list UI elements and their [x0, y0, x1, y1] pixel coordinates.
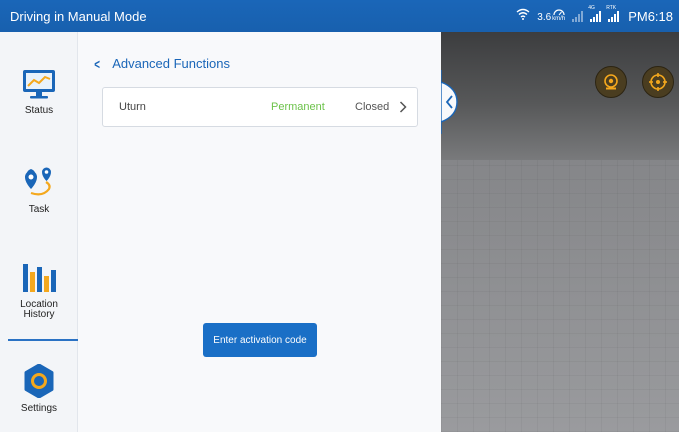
function-state: Closed: [355, 101, 390, 113]
4g-tag: 4G: [588, 5, 595, 11]
ground-grid: [441, 160, 679, 432]
sidebar: Status Task Location History Settings: [0, 32, 78, 432]
main-panel: < Advanced Functions Uturn Permanent Clo…: [78, 32, 441, 432]
status-indicators: 3.6 km/h 4G RTK PM6:18: [516, 0, 673, 32]
page-title: Advanced Functions: [112, 56, 230, 71]
bar-chart-icon: [23, 264, 56, 292]
sidebar-item-task[interactable]: Task: [0, 165, 78, 215]
camera-button[interactable]: [595, 66, 627, 98]
speed-value: 3.6: [537, 12, 552, 23]
route-pin-icon: [25, 167, 51, 196]
sidebar-item-label: Settings: [20, 403, 58, 414]
sidebar-item-label: Status: [24, 105, 54, 116]
sidebar-item-location-history[interactable]: Location History: [0, 260, 78, 320]
clock: PM6:18: [628, 8, 673, 24]
function-name: Uturn: [119, 101, 146, 113]
4g-signal-icon: 4G: [588, 5, 602, 22]
signal-icon: [572, 10, 584, 22]
sidebar-item-settings[interactable]: Settings: [0, 364, 78, 414]
sidebar-item-label: Location History: [20, 299, 58, 320]
target-button[interactable]: [642, 66, 674, 98]
rtk-tag: RTK: [606, 5, 617, 11]
function-row-uturn[interactable]: Uturn Permanent Closed: [102, 87, 418, 127]
wifi-icon: [516, 7, 530, 25]
chevron-left-icon[interactable]: <: [94, 57, 100, 71]
collapse-panel-tab[interactable]: [441, 70, 459, 134]
sidebar-item-label: Task: [28, 204, 50, 215]
enter-activation-code-button[interactable]: Enter activation code: [203, 323, 317, 357]
monitor-chart-icon: [23, 70, 55, 99]
status-bar: Driving in Manual Mode 3.6 km/h 4G RTK P…: [0, 0, 679, 32]
speed-readout: 3.6 km/h: [537, 9, 565, 23]
sidebar-divider: [8, 339, 78, 341]
speed-unit: km/h: [552, 16, 566, 22]
target-icon: [649, 73, 667, 91]
camera-icon: [604, 74, 618, 90]
page-header: < Advanced Functions: [93, 56, 230, 71]
speed-gauge-icon: [553, 9, 565, 16]
rtk-signal-icon: RTK: [606, 5, 620, 22]
sidebar-item-status[interactable]: Status: [0, 68, 78, 116]
3d-view[interactable]: [441, 32, 679, 432]
gear-icon: [24, 364, 54, 398]
sky-area: [441, 32, 679, 162]
chevron-right-icon: [399, 101, 407, 113]
mode-title: Driving in Manual Mode: [10, 9, 147, 24]
license-status: Permanent: [271, 101, 325, 113]
